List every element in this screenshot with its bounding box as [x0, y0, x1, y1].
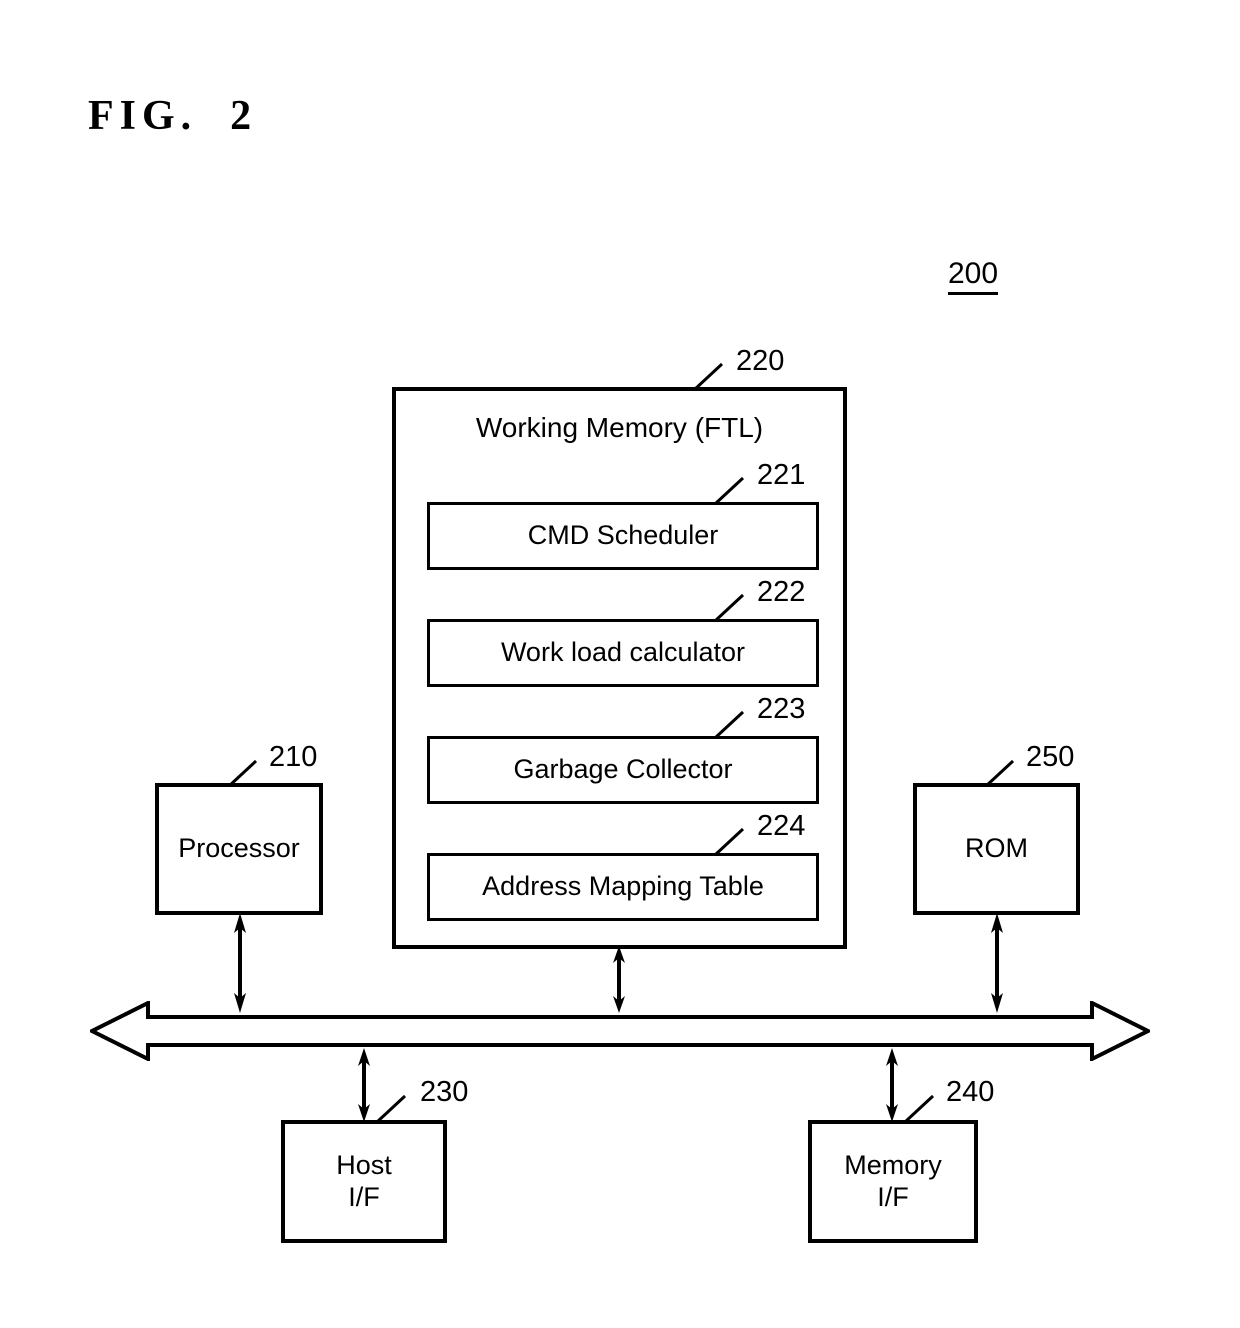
ftl-module-label: Garbage Collector: [513, 754, 733, 785]
leader-line-230: [375, 1092, 415, 1124]
working-memory-title: Working Memory (FTL): [475, 412, 764, 443]
connector-working-memory-bus: [608, 946, 630, 1013]
leader-line-220: [692, 360, 732, 392]
ref-label-230: 230: [420, 1076, 469, 1108]
ref-label-222: 222: [757, 576, 806, 608]
connector-processor-bus: [229, 913, 251, 1013]
figure-reference-number: 200: [948, 258, 999, 295]
ftl-module-cmd-scheduler: CMD Scheduler: [427, 502, 819, 570]
ftl-module-label: Work load calculator: [500, 637, 746, 668]
leader-line-250: [983, 757, 1023, 789]
ftl-module-label: CMD Scheduler: [527, 520, 719, 551]
processor-label: Processor: [178, 833, 300, 864]
leader-line-240: [903, 1092, 943, 1124]
ref-label-223: 223: [757, 693, 806, 725]
host-interface-label: Host I/F: [336, 1149, 392, 1212]
connector-host-interface-bus: [353, 1048, 375, 1122]
rom-block: ROM: [913, 783, 1080, 915]
ref-label-250: 250: [1026, 741, 1075, 773]
figure-title: FIG. 2: [88, 93, 258, 139]
ftl-module-garbage-collector: Garbage Collector: [427, 736, 819, 804]
leader-line-210: [226, 757, 266, 789]
ref-label-210: 210: [269, 741, 318, 773]
ftl-module-work-load-calculator: Work load calculator: [427, 619, 819, 687]
connector-rom-bus: [986, 913, 1008, 1013]
leader-line-222: [713, 591, 753, 623]
ref-label-224: 224: [757, 810, 806, 842]
ref-label-221: 221: [757, 459, 806, 491]
leader-line-224: [713, 825, 753, 857]
leader-line-223: [713, 708, 753, 740]
ftl-module-address-mapping-table: Address Mapping Table: [427, 853, 819, 921]
host-interface-block: Host I/F: [281, 1120, 447, 1243]
leader-line-221: [713, 474, 753, 506]
processor-block: Processor: [155, 783, 323, 915]
ref-label-220: 220: [736, 345, 785, 377]
rom-label: ROM: [965, 833, 1028, 864]
memory-interface-block: Memory I/F: [808, 1120, 978, 1243]
ftl-module-label: Address Mapping Table: [482, 871, 764, 902]
connector-memory-interface-bus: [881, 1048, 903, 1122]
ref-label-240: 240: [946, 1076, 995, 1108]
memory-interface-label: Memory I/F: [844, 1149, 942, 1212]
